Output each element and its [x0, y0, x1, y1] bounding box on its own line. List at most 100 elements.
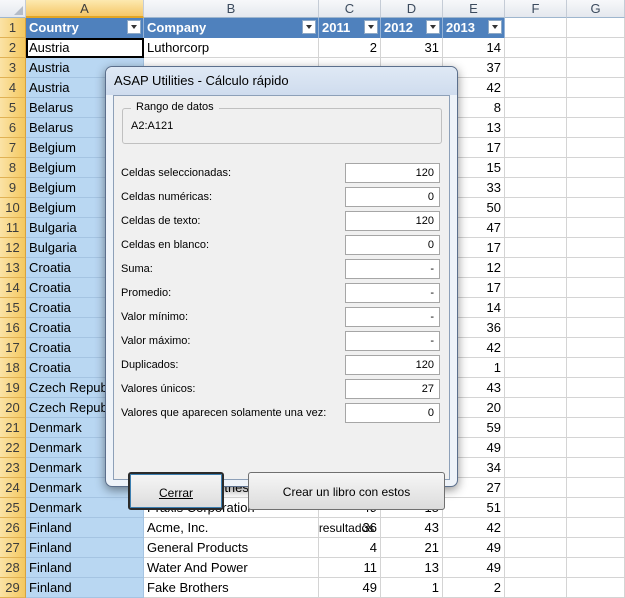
close-button[interactable]: Cerrar: [128, 472, 224, 510]
country-cell[interactable]: Finland: [26, 558, 144, 578]
row-header[interactable]: 8: [0, 158, 26, 178]
table-cell[interactable]: 43: [381, 518, 443, 538]
country-cell[interactable]: Austria: [26, 38, 144, 58]
filter-dropdown-icon[interactable]: [127, 20, 141, 34]
company-cell[interactable]: General Products: [144, 538, 319, 558]
table-cell[interactable]: [505, 558, 567, 578]
table-cell[interactable]: [505, 498, 567, 518]
filter-dropdown-icon[interactable]: [488, 20, 502, 34]
table-cell[interactable]: 13: [381, 558, 443, 578]
table-cell[interactable]: [567, 38, 625, 58]
table-cell[interactable]: [567, 318, 625, 338]
row-header[interactable]: 14: [0, 278, 26, 298]
table-cell[interactable]: [567, 258, 625, 278]
filter-dropdown-icon[interactable]: [302, 20, 316, 34]
row-header[interactable]: 26: [0, 518, 26, 538]
country-cell[interactable]: Finland: [26, 578, 144, 598]
table-cell[interactable]: 21: [381, 538, 443, 558]
table-cell[interactable]: [567, 458, 625, 478]
table-cell[interactable]: [505, 418, 567, 438]
row-header[interactable]: 25: [0, 498, 26, 518]
table-cell[interactable]: [567, 18, 625, 38]
table-cell[interactable]: [567, 238, 625, 258]
column-header-g[interactable]: G: [567, 0, 625, 18]
row-header[interactable]: 29: [0, 578, 26, 598]
table-cell[interactable]: [505, 538, 567, 558]
table-header-cell[interactable]: 2011: [319, 18, 381, 38]
stat-value-field[interactable]: -: [345, 259, 440, 279]
table-cell[interactable]: [505, 398, 567, 418]
table-cell[interactable]: [567, 78, 625, 98]
row-header[interactable]: 1: [0, 18, 26, 38]
table-cell[interactable]: [505, 518, 567, 538]
row-header[interactable]: 6: [0, 118, 26, 138]
row-header[interactable]: 13: [0, 258, 26, 278]
company-cell[interactable]: Acme, Inc.: [144, 518, 319, 538]
company-cell[interactable]: Water And Power: [144, 558, 319, 578]
row-header[interactable]: 12: [0, 238, 26, 258]
table-cell[interactable]: [567, 398, 625, 418]
row-header[interactable]: 10: [0, 198, 26, 218]
table-cell[interactable]: 31: [381, 38, 443, 58]
table-cell[interactable]: 42: [443, 518, 505, 538]
column-header-a[interactable]: A: [26, 0, 144, 18]
row-header[interactable]: 19: [0, 378, 26, 398]
stat-value-field[interactable]: 27: [345, 379, 440, 399]
column-header-d[interactable]: D: [381, 0, 443, 18]
table-cell[interactable]: [505, 18, 567, 38]
table-cell[interactable]: [567, 278, 625, 298]
table-cell[interactable]: [505, 338, 567, 358]
row-header[interactable]: 2: [0, 38, 26, 58]
table-cell[interactable]: [505, 478, 567, 498]
table-cell[interactable]: [505, 218, 567, 238]
table-cell[interactable]: [505, 38, 567, 58]
column-header-b[interactable]: B: [144, 0, 319, 18]
table-cell[interactable]: 51: [443, 498, 505, 518]
select-all-corner[interactable]: [0, 0, 26, 18]
row-header[interactable]: 16: [0, 318, 26, 338]
table-cell[interactable]: [567, 198, 625, 218]
row-header[interactable]: 3: [0, 58, 26, 78]
table-cell[interactable]: [567, 578, 625, 598]
create-workbook-button[interactable]: Crear un libro con estos resultados: [248, 472, 445, 535]
table-cell[interactable]: 49: [443, 538, 505, 558]
company-cell[interactable]: Luthorcorp: [144, 38, 319, 58]
table-cell[interactable]: [505, 278, 567, 298]
table-cell[interactable]: [505, 578, 567, 598]
table-cell[interactable]: [567, 538, 625, 558]
table-cell[interactable]: [505, 178, 567, 198]
table-cell[interactable]: [505, 458, 567, 478]
row-header[interactable]: 23: [0, 458, 26, 478]
table-cell[interactable]: [505, 238, 567, 258]
dialog-title[interactable]: ASAP Utilities - Cálculo rápido: [106, 67, 457, 95]
table-cell[interactable]: [567, 178, 625, 198]
table-header-cell[interactable]: 2012: [381, 18, 443, 38]
table-cell[interactable]: [567, 358, 625, 378]
stat-value-field[interactable]: -: [345, 331, 440, 351]
row-header[interactable]: 17: [0, 338, 26, 358]
table-cell[interactable]: [505, 258, 567, 278]
country-cell[interactable]: Finland: [26, 538, 144, 558]
row-header[interactable]: 7: [0, 138, 26, 158]
table-cell[interactable]: [505, 358, 567, 378]
table-cell[interactable]: [505, 438, 567, 458]
table-cell[interactable]: [505, 58, 567, 78]
table-cell[interactable]: [505, 98, 567, 118]
row-header[interactable]: 21: [0, 418, 26, 438]
row-header[interactable]: 18: [0, 358, 26, 378]
stat-value-field[interactable]: 120: [345, 211, 440, 231]
table-cell[interactable]: [505, 78, 567, 98]
filter-dropdown-icon[interactable]: [426, 20, 440, 34]
column-header-c[interactable]: C: [319, 0, 381, 18]
table-cell[interactable]: [505, 318, 567, 338]
row-header[interactable]: 5: [0, 98, 26, 118]
column-header-f[interactable]: F: [505, 0, 567, 18]
table-cell[interactable]: [567, 478, 625, 498]
table-cell[interactable]: [567, 558, 625, 578]
table-cell[interactable]: [505, 378, 567, 398]
table-cell[interactable]: [567, 98, 625, 118]
column-header-e[interactable]: E: [443, 0, 505, 18]
table-cell[interactable]: [567, 338, 625, 358]
table-cell[interactable]: [567, 498, 625, 518]
table-cell[interactable]: 11: [319, 558, 381, 578]
